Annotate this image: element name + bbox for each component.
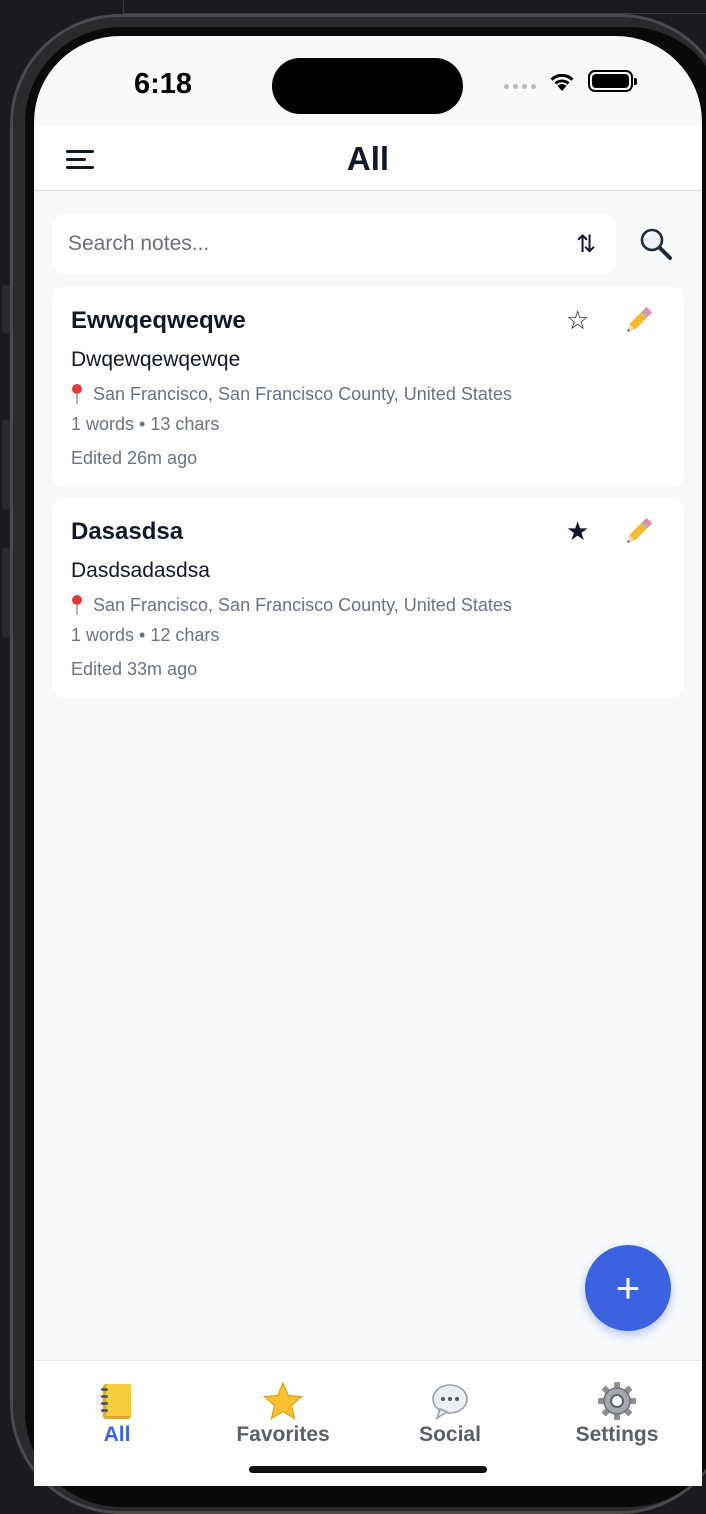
add-note-button[interactable]: + [585, 1245, 671, 1331]
search-input[interactable] [68, 214, 538, 274]
note-body: Dasdsadasdsa [71, 559, 210, 582]
note-location: San Francisco, San Francisco County, Uni… [71, 594, 512, 616]
note-edited-time: Edited 33m ago [71, 659, 198, 679]
note-title: Ewwqeqweqwe [71, 307, 246, 334]
background-window-edge [123, 0, 706, 14]
tab-label: All [103, 1423, 131, 1446]
note-body: Dwqewqewqewqe [71, 348, 241, 371]
phone-volume-up-button [2, 420, 10, 510]
magnifier-icon[interactable] [638, 226, 674, 262]
tab-label: Social [419, 1423, 481, 1446]
note-location: San Francisco, San Francisco County, Uni… [71, 383, 512, 405]
pencil-edit-icon[interactable] [620, 514, 656, 550]
tab-label: Settings [575, 1423, 659, 1446]
note-stats: 1 words • 13 chars [71, 414, 220, 434]
favorite-star-icon[interactable]: ★ [566, 518, 589, 544]
note-title: Dasasdsa [71, 518, 184, 545]
note-location-text: San Francisco, San Francisco County, Uni… [93, 383, 512, 404]
note-location-text: San Francisco, San Francisco County, Uni… [93, 594, 512, 615]
status-time: 6:18 [134, 68, 193, 100]
note-stats: 1 words • 12 chars [71, 625, 220, 645]
tab-all[interactable]: All [57, 1379, 177, 1447]
note-card[interactable]: Ewwqeqweqwe ☆ Dwqewqewqewqe San Francisc… [52, 287, 684, 487]
tab-social[interactable]: Social [390, 1379, 510, 1447]
cellular-signal-icon [504, 83, 536, 89]
note-edited-time: Edited 26m ago [71, 448, 198, 468]
location-pin-icon [72, 595, 82, 615]
sort-arrows-icon[interactable]: ⇅ [576, 230, 596, 259]
app-header: All [34, 126, 702, 191]
phone-action-button [2, 285, 10, 333]
gear-icon [598, 1382, 636, 1420]
star-icon [262, 1381, 304, 1420]
tab-label: Favorites [236, 1423, 330, 1446]
page-title: All [346, 140, 390, 177]
wifi-icon [550, 73, 574, 91]
app-screen: 6:18 All ⇅ Ewwqeqweqwe ☆ [34, 36, 702, 1486]
dynamic-island [272, 58, 463, 114]
search-bar: ⇅ [52, 214, 616, 274]
location-pin-icon [72, 384, 82, 404]
speech-bubble-icon [432, 1384, 468, 1420]
battery-icon [588, 70, 637, 92]
notebook-icon [101, 1384, 131, 1419]
note-card[interactable]: Dasasdsa ★ Dasdsadasdsa San Francisco, S… [52, 498, 684, 698]
status-indicators [504, 70, 637, 92]
tab-settings[interactable]: Settings [557, 1379, 677, 1447]
favorite-star-icon[interactable]: ☆ [566, 307, 589, 333]
tab-favorites[interactable]: Favorites [223, 1379, 343, 1447]
home-indicator [249, 1466, 487, 1473]
pencil-edit-icon[interactable] [620, 303, 656, 339]
phone-volume-down-button [2, 548, 10, 638]
